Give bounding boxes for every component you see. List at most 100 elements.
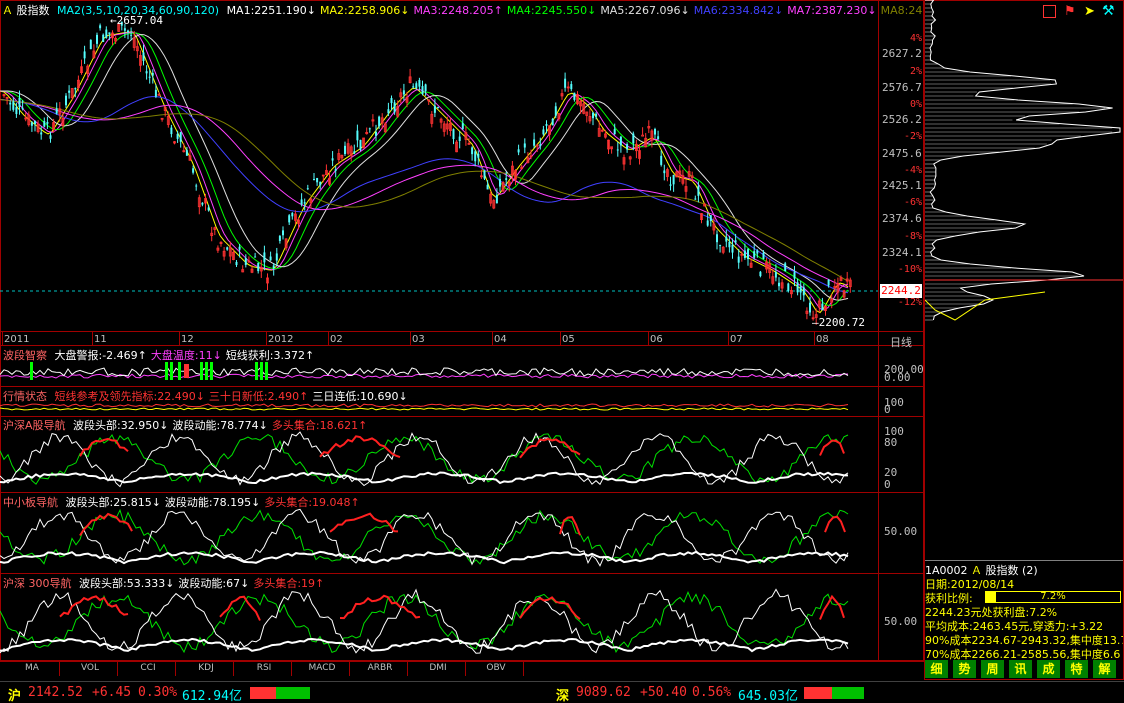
ma-value-2[interactable]: MA2:2258.906↓ xyxy=(320,4,409,16)
indicator-tab-macd[interactable]: MACD xyxy=(295,661,350,676)
period-label[interactable]: 日线 xyxy=(890,334,912,350)
side-tab-6[interactable]: 特 xyxy=(1065,660,1089,678)
panel1-signal-bar xyxy=(178,362,181,380)
ma-line-5 xyxy=(0,96,849,294)
side-tab-3[interactable]: 周 xyxy=(981,660,1005,678)
divider-panel5 xyxy=(0,573,924,574)
candle-body xyxy=(96,34,98,44)
candle-body xyxy=(570,84,573,90)
ma-value-3[interactable]: MA3:2248.205↑ xyxy=(413,4,502,16)
ma-value-6[interactable]: MA6:2334.842↓ xyxy=(694,4,783,16)
sz-label[interactable]: 深 xyxy=(556,685,569,703)
candle-body xyxy=(551,118,554,126)
index-name[interactable]: 股指数 xyxy=(17,4,50,16)
ma-value-8[interactable]: MA8:2415.75 xyxy=(881,4,922,16)
panel2-chart[interactable] xyxy=(0,398,878,416)
ma-value-5[interactable]: MA5:2267.096↓ xyxy=(600,4,689,16)
candle-body xyxy=(356,130,359,141)
indicator-tab-kdj[interactable]: KDJ xyxy=(179,661,234,676)
ma-line-3 xyxy=(0,32,849,307)
indicator-tab-cci[interactable]: CCI xyxy=(121,661,176,676)
panel5-red-segment xyxy=(339,594,421,620)
panel4-red-segment xyxy=(329,512,399,533)
month-divider xyxy=(814,332,815,345)
panel4-tick: 50.00 xyxy=(884,525,918,538)
month-divider xyxy=(492,332,493,345)
candle-body xyxy=(672,174,675,185)
indicator-tab-arbr[interactable]: ARBR xyxy=(353,661,408,676)
month-divider xyxy=(92,332,93,345)
panel1-signal-bar xyxy=(186,364,189,378)
panel5-tick: 50.00 xyxy=(884,615,918,628)
candle-body xyxy=(669,184,672,186)
sh-label[interactable]: 沪 xyxy=(8,685,21,703)
month-label: 12 xyxy=(181,334,194,345)
candle-body xyxy=(595,113,598,117)
side-tab-4[interactable]: 讯 xyxy=(1009,660,1033,678)
indicator-tab-obv[interactable]: OBV xyxy=(469,661,524,676)
candle-body xyxy=(55,108,58,114)
candle-body xyxy=(654,129,656,135)
candle-body xyxy=(719,244,722,246)
candle-body xyxy=(613,129,616,134)
candle-body xyxy=(387,109,390,114)
indicator-tab-ma[interactable]: MA xyxy=(5,661,60,676)
pct-tick: -2% xyxy=(903,131,922,142)
candle-body xyxy=(774,272,777,278)
side-tab-1[interactable]: 细 xyxy=(925,660,949,678)
panel5-chart[interactable] xyxy=(0,588,878,660)
candle-body xyxy=(148,76,151,78)
month-label: 2012 xyxy=(268,334,294,345)
candle-body xyxy=(573,92,576,100)
candle-body xyxy=(282,230,284,236)
indicator-tab-vol[interactable]: VOL xyxy=(63,661,118,676)
sz-price: 9089.62 xyxy=(576,685,631,700)
ma-value-7[interactable]: MA7:2387.230↓ xyxy=(787,4,876,16)
sh-breadth-bar xyxy=(250,687,310,699)
candle-body xyxy=(402,90,405,95)
indicator-tab-rsi[interactable]: RSI xyxy=(237,661,292,676)
side-tab-5[interactable]: 成 xyxy=(1037,660,1061,678)
candle-body xyxy=(257,263,260,272)
candle-body xyxy=(821,303,824,311)
panel1-chart[interactable] xyxy=(0,356,878,386)
price-chart[interactable] xyxy=(0,16,878,331)
candle-body xyxy=(201,202,204,205)
pct-tick: -10% xyxy=(897,264,922,275)
candle-body xyxy=(269,256,272,261)
panel3-chart[interactable] xyxy=(0,430,878,492)
sh-change: +6.45 xyxy=(92,685,132,700)
candle-body xyxy=(458,136,461,141)
candle-body xyxy=(108,32,111,35)
candle-body xyxy=(306,188,309,190)
index-letter-icon: Ａ xyxy=(2,4,13,16)
candle-body xyxy=(43,121,46,127)
side-tab-7[interactable]: 解 xyxy=(1093,660,1117,678)
pct-tick: -4% xyxy=(903,165,922,176)
chip-distribution[interactable] xyxy=(925,0,1123,330)
candle-body xyxy=(176,133,179,139)
month-label: 08 xyxy=(816,334,829,345)
candle-body xyxy=(254,256,257,258)
candle-body xyxy=(390,98,393,104)
candle-body xyxy=(415,83,418,89)
side-tab-2[interactable]: 势 xyxy=(953,660,977,678)
panel4-chart[interactable] xyxy=(0,506,878,572)
candle-body xyxy=(809,302,811,313)
candle-body xyxy=(759,271,762,277)
candle-body xyxy=(142,52,145,61)
panel1-signal-bar xyxy=(210,362,213,380)
sh-amount: 612.94亿 xyxy=(182,689,242,703)
profit-ratio-bar: 7.2% xyxy=(985,591,1121,603)
divider-panel2 xyxy=(0,386,924,387)
panel1-signal-bar xyxy=(30,362,33,380)
candle-body xyxy=(545,124,548,126)
panel2-line-b xyxy=(0,407,849,411)
panel1-signal-bar xyxy=(205,362,208,380)
month-divider xyxy=(2,332,3,345)
ma-value-1[interactable]: MA1:2251.190↓ xyxy=(227,4,316,16)
indicator-tab-dmi[interactable]: DMI xyxy=(411,661,466,676)
candle-body xyxy=(30,122,33,126)
ma-value-4[interactable]: MA4:2245.550↓ xyxy=(507,4,596,16)
candle-body xyxy=(130,34,133,36)
